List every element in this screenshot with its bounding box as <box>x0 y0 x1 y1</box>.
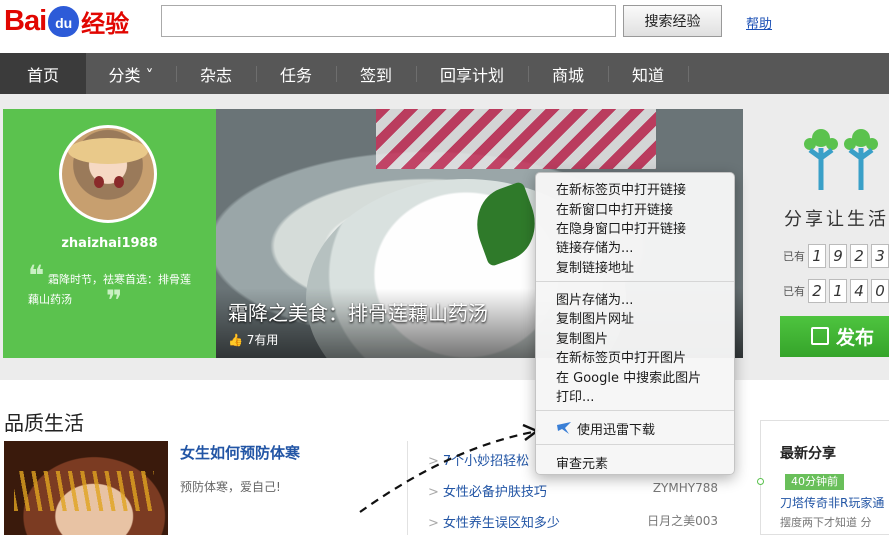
count-digit: 2 <box>808 278 826 303</box>
avatar-hat <box>68 138 148 164</box>
count-digit: 0 <box>871 278 889 303</box>
logo-paw-icon: du <box>48 5 80 37</box>
menu-copy-image-url[interactable]: 复制图片网址 <box>556 308 634 327</box>
menu-save-link-as[interactable]: 链接存储为... <box>556 237 633 256</box>
publish-label: 发布 <box>836 327 875 349</box>
main-nav: 首页 分类 ˅ 杂志 任务 签到 回享计划 商城 知道 <box>0 53 889 94</box>
search-button[interactable]: 搜索经验 <box>623 5 722 37</box>
count-label: 已有 <box>783 249 805 263</box>
menu-divider <box>536 444 734 445</box>
quote-close-icon: ❞ <box>106 284 123 317</box>
tree-icon <box>844 129 878 190</box>
article-description: 预防体寒，爱自己! <box>180 480 281 494</box>
count-digit: 1 <box>829 278 847 303</box>
nav-home[interactable]: 首页 <box>0 53 86 94</box>
nav-zhidao[interactable]: 知道 <box>608 53 688 94</box>
menu-divider <box>536 281 734 282</box>
baidu-jingyan-logo[interactable]: Bai du 经验 <box>4 4 129 38</box>
menu-open-link-incognito[interactable]: 在隐身窗口中打开链接 <box>556 218 686 237</box>
nav-mall[interactable]: 商城 <box>528 53 608 94</box>
publish-button[interactable]: 发布 <box>780 316 889 357</box>
menu-print[interactable]: 打印... <box>556 386 594 405</box>
count-digit: 4 <box>850 278 868 303</box>
list-item-author[interactable]: ZYMHY788 <box>653 481 718 495</box>
help-link[interactable]: 帮助 <box>746 13 772 32</box>
section-title: 品质生活 <box>4 411 84 435</box>
thumbs-up-icon: 👍 <box>228 333 243 347</box>
latest-share-item[interactable]: 刀塔传奇非R玩家通 <box>780 494 884 511</box>
menu-save-image-as[interactable]: 图片存储为... <box>556 289 633 308</box>
menu-open-image-new-tab[interactable]: 在新标签页中打开图片 <box>556 347 686 366</box>
share-slogan: 分享让生活 <box>784 209 889 230</box>
nav-categories[interactable]: 分类 ˅ <box>86 53 176 94</box>
logo-jingyan-text: 经验 <box>81 9 130 38</box>
header: Bai du 经验 搜索经验 帮助 <box>0 0 889 50</box>
avatar-eye <box>94 176 104 188</box>
hero-likes: 👍 7有用 <box>228 331 278 348</box>
search-input[interactable] <box>161 5 616 37</box>
experience-count-row: 已有 1 9 2 3 <box>783 243 889 268</box>
annotation-arrow <box>359 423 540 513</box>
thumbnail-petals <box>14 471 154 511</box>
nav-checkin[interactable]: 签到 <box>336 53 416 94</box>
nav-divider <box>688 66 689 82</box>
menu-search-google-image[interactable]: 在 Google 中搜索此图片 <box>556 367 701 386</box>
menu-divider <box>536 410 734 411</box>
featured-username[interactable]: zhaizhai1988 <box>3 236 216 251</box>
menu-copy-image[interactable]: 复制图片 <box>556 328 608 347</box>
article-thumbnail[interactable] <box>4 441 168 535</box>
edit-icon <box>811 327 829 345</box>
list-item-author[interactable]: 日月之美003 <box>647 512 718 529</box>
user-count-row: 已有 2 1 4 0 <box>783 278 889 303</box>
nav-magazine[interactable]: 杂志 <box>176 53 256 94</box>
menu-inspect-element[interactable]: 审查元素 <box>556 453 608 472</box>
latest-share-subtitle: 摆度两下才知道 分 <box>780 516 872 529</box>
logo-bai-text: Bai <box>4 4 47 37</box>
count-digit: 9 <box>829 243 847 268</box>
hero-title[interactable]: 霜降之美食：排骨莲藕山药汤 <box>228 297 488 326</box>
thunder-bird-icon <box>557 422 571 434</box>
tree-icon <box>804 129 838 190</box>
menu-open-link-new-window[interactable]: 在新窗口中打开链接 <box>556 199 673 218</box>
timeline-dot <box>757 478 764 485</box>
user-avatar[interactable] <box>59 125 157 223</box>
menu-open-link-new-tab[interactable]: 在新标签页中打开链接 <box>556 179 686 198</box>
hero-likes-count: 7有用 <box>246 333 279 347</box>
count-digit: 1 <box>808 243 826 268</box>
menu-thunder-download[interactable]: 使用迅雷下载 <box>577 419 655 438</box>
count-digit: 2 <box>850 243 868 268</box>
nav-tasks[interactable]: 任务 <box>256 53 336 94</box>
share-trees-logo <box>800 128 889 198</box>
count-label: 已有 <box>783 284 805 298</box>
menu-copy-link-address[interactable]: 复制链接地址 <box>556 257 634 276</box>
latest-share-title: 最新分享 <box>780 446 836 462</box>
count-digit: 3 <box>871 243 889 268</box>
avatar-eye <box>114 176 124 188</box>
article-title[interactable]: 女生如何预防体寒 <box>180 442 300 463</box>
hero-background-blind <box>376 109 656 169</box>
time-badge: 40分钟前 <box>785 474 844 490</box>
nav-share-plan[interactable]: 回享计划 <box>416 53 528 94</box>
